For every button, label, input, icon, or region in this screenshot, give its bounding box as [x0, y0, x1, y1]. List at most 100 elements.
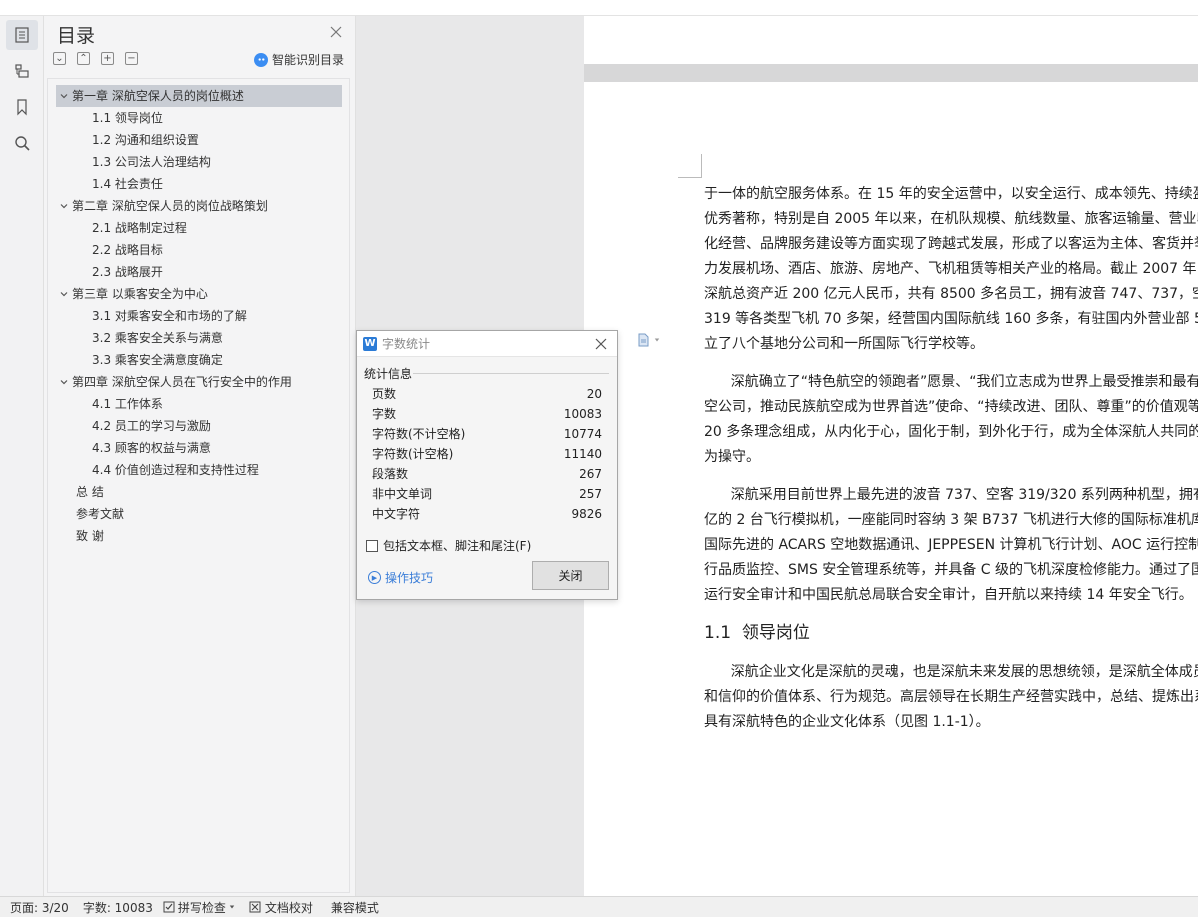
dialog-title: 字数统计	[382, 337, 431, 351]
stat-value: 257	[579, 487, 602, 501]
toc-item-label: 第三章 以乘客安全为中心	[72, 287, 208, 301]
spell-check-button[interactable]: 拼写检查	[163, 899, 235, 916]
include-textbox-checkbox[interactable]: 包括文本框、脚注和尾注(F)	[366, 537, 531, 554]
proofread-label: 文档校对	[264, 900, 313, 915]
stat-value: 267	[579, 467, 602, 481]
close-icon[interactable]	[328, 24, 344, 40]
chevron-down-icon[interactable]	[56, 377, 72, 387]
paragraph-line: 优秀著称，特别是自 2005 年以来，在机队规模、航线数量、旅客运输量、营业收	[704, 211, 1198, 227]
chevron-down-icon[interactable]	[56, 289, 72, 299]
tips-label: 操作技巧	[385, 571, 434, 585]
dialog-header[interactable]: W 字数统计	[357, 331, 617, 357]
collapse-icon[interactable]: ⌄	[53, 52, 66, 65]
paragraph-line: 立了八个基地分公司和一所国际飞行学校等。	[704, 336, 984, 352]
toc-item[interactable]: 第二章 深航空保人员的岗位战略策划	[56, 195, 268, 217]
paragraph-line: 行品质监控、SMS 安全管理系统等，并具备 C 级的飞机深度检修能力。通过了国际…	[704, 562, 1198, 578]
paragraph-line: 深航采用目前世界上最先进的波音 737、空客 319/320 系列两种机型，拥有…	[704, 487, 1198, 503]
paragraph-line: 具有深航特色的企业文化体系（见图 1.1-1）。	[704, 714, 990, 730]
paragraph-line: 319 等各类型飞机 70 多架，经营国内国际航线 160 多条，有驻国内外营业…	[704, 311, 1198, 327]
toc-list: 第一章 深航空保人员的岗位概述 1.1 领导岗位 1.2 沟通和组织设置 1.3…	[47, 78, 350, 893]
chevron-down-icon[interactable]	[56, 91, 72, 101]
paragraph-line: 亿的 2 台飞行模拟机，一座能同时容纳 3 架 B737 飞机进行大修的国际标准…	[704, 512, 1198, 528]
stat-row: 页数 20	[372, 384, 602, 404]
toc-item[interactable]: 3.3 乘客安全满意度确定	[92, 349, 223, 371]
toc-item-label: 第一章 深航空保人员的岗位概述	[72, 89, 244, 103]
wps-logo-icon: W	[363, 336, 377, 351]
section-heading: 1.1 领导岗位	[704, 623, 810, 643]
stat-value: 10083	[563, 407, 602, 421]
toc-item-label: 3.3 乘客安全满意度确定	[92, 353, 223, 367]
toc-item[interactable]: 4.2 员工的学习与激励	[92, 415, 211, 437]
smart-toc-button[interactable]: 智能识别目录	[254, 51, 344, 68]
play-icon: ▶	[368, 571, 381, 584]
toc-item[interactable]: 第三章 以乘客安全为中心	[56, 283, 208, 305]
toc-item[interactable]: 1.1 领导岗位	[92, 107, 163, 129]
checkbox-icon	[163, 901, 175, 913]
toc-item-label: 总 结	[76, 485, 104, 499]
checkbox[interactable]	[366, 539, 378, 552]
spell-check-label: 拼写检查	[177, 900, 226, 915]
ai-icon	[254, 52, 268, 67]
smart-toc-label: 智能识别目录	[272, 53, 345, 67]
paragraph-line: 20 多条理念组成，从内化于心，固化于制，到外化于行，成为全体深航人共同的	[704, 424, 1198, 440]
remove-icon[interactable]: −	[125, 52, 138, 65]
toc-item[interactable]: 2.1 战略制定过程	[92, 217, 187, 239]
paragraph-line: 为操守。	[704, 449, 760, 465]
toc-item-label: 2.3 战略展开	[92, 265, 163, 279]
toc-item[interactable]: 致 谢	[76, 525, 104, 547]
paragraph-line: 化经营、品牌服务建设等方面实现了跨越式发展，形成了以客运为主体、客货并举	[704, 236, 1198, 252]
tips-link[interactable]: ▶ 操作技巧	[368, 569, 433, 586]
toc-panel-icon[interactable]	[6, 20, 38, 50]
proofread-button[interactable]: 文档校对	[249, 899, 313, 916]
toc-item[interactable]: 3.1 对乘客安全和市场的了解	[92, 305, 247, 327]
bookmark-icon[interactable]	[6, 92, 38, 122]
stat-label: 中文字符	[372, 507, 421, 521]
toc-tools: ⌄ ⌃ + −	[53, 52, 138, 65]
compat-mode-label: 兼容模式	[330, 900, 379, 915]
word-count-indicator[interactable]: 字数: 10083	[83, 899, 153, 916]
toc-item[interactable]: 第一章 深航空保人员的岗位概述	[56, 85, 342, 107]
paragraph-line: 运行安全审计和中国民航总局联合安全审计，自开航以来持续 14 年安全飞行。	[704, 587, 1193, 603]
toc-item[interactable]: 4.3 顾客的权益与满意	[92, 437, 211, 459]
toc-item-label: 参考文献	[76, 507, 125, 521]
document-text[interactable]: 于一体的航空服务体系。在 15 年的安全运营中，以安全运行、成本领先、持续盈 优…	[704, 182, 1198, 735]
toc-item-label: 4.3 顾客的权益与满意	[92, 441, 211, 455]
toc-item-label: 4.4 价值创造过程和支持性过程	[92, 463, 259, 477]
stat-value: 20	[586, 387, 602, 401]
divider	[413, 373, 609, 374]
toc-item-label: 3.1 对乘客安全和市场的了解	[92, 309, 247, 323]
side-rail	[0, 16, 44, 896]
toc-item[interactable]: 1.2 沟通和组织设置	[92, 129, 199, 151]
dropdown-arrow-icon	[654, 338, 660, 342]
paste-options-button[interactable]	[636, 333, 660, 347]
page-indicator[interactable]: 页面: 3/20	[10, 899, 69, 916]
toc-item[interactable]: 4.1 工作体系	[92, 393, 163, 415]
toc-item[interactable]: 参考文献	[76, 503, 124, 525]
toc-panel: 目录 ⌄ ⌃ + − 智能识别目录 第一章 深航空保人员的岗位概述 1.1 领导…	[44, 16, 356, 896]
close-button[interactable]: 关闭	[532, 561, 609, 590]
stat-label: 非中文单词	[372, 487, 433, 501]
previous-page	[584, 16, 1198, 64]
paragraph-line: 深航确立了“特色航空的领跑者”愿景、“我们立志成为世界上最受推崇和最有	[704, 374, 1198, 390]
toc-item[interactable]: 第四章 深航空保人员在飞行安全中的作用	[56, 371, 292, 393]
stat-row: 字符数(不计空格) 10774	[372, 424, 602, 444]
toc-item[interactable]: 1.4 社会责任	[92, 173, 163, 195]
toc-item[interactable]: 2.2 战略目标	[92, 239, 163, 261]
add-icon[interactable]: +	[101, 52, 114, 65]
paragraph-line: 国际先进的 ACARS 空地数据通讯、JEPPESEN 计算机飞行计划、AOC …	[704, 537, 1198, 553]
stat-value: 9826	[571, 507, 602, 521]
close-icon[interactable]	[593, 336, 609, 352]
toc-item[interactable]: 4.4 价值创造过程和支持性过程	[92, 459, 259, 481]
toc-item-label: 4.1 工作体系	[92, 397, 163, 411]
status-bar: 页面: 3/20 字数: 10083 拼写检查 文档校对 兼容模式	[0, 896, 1198, 917]
toc-item[interactable]: 1.3 公司法人治理结构	[92, 151, 211, 173]
toc-item[interactable]: 2.3 战略展开	[92, 261, 163, 283]
navigation-icon[interactable]	[6, 56, 38, 86]
toc-item[interactable]: 3.2 乘客安全关系与满意	[92, 327, 223, 349]
chevron-down-icon[interactable]	[56, 201, 72, 211]
stat-row: 段落数 267	[372, 464, 602, 484]
toc-item[interactable]: 总 结	[76, 481, 104, 503]
search-icon[interactable]	[6, 128, 38, 158]
toc-item-label: 致 谢	[76, 529, 104, 543]
expand-icon[interactable]: ⌃	[77, 52, 90, 65]
